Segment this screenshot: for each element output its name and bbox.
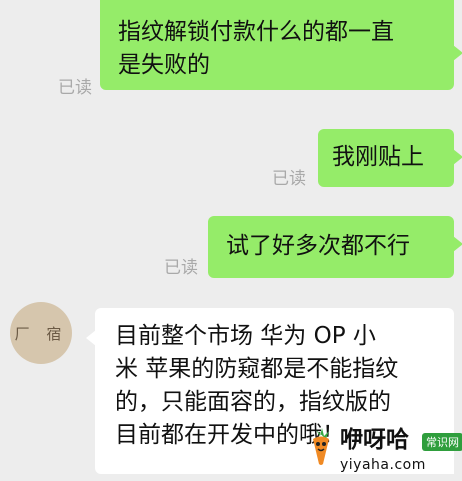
- message-line: 目前整个市场 华为 OP 小: [115, 323, 376, 349]
- watermark-brand: 咿呀哈: [340, 427, 409, 453]
- message-bubble-outgoing[interactable]: 我刚贴上: [318, 129, 462, 187]
- watermark-badge: 常识网: [422, 433, 462, 451]
- avatar-text: 厂 宿: [14, 324, 68, 343]
- watermark: 咿呀哈 常识网 yiyaha.com: [300, 420, 462, 481]
- carrot-mascot-icon: [313, 428, 329, 465]
- message-bubble-outgoing[interactable]: 试了好多次都不行: [208, 216, 462, 278]
- message-line: 是失败的: [118, 52, 210, 78]
- message-line: 指纹解锁付款什么的都一直: [118, 19, 394, 45]
- read-receipt: 已读: [164, 258, 198, 278]
- read-receipt: 已读: [272, 169, 306, 189]
- read-receipt: 已读: [58, 78, 92, 98]
- message-line: 米 苹果的防窥都是不能指纹: [115, 356, 399, 382]
- message-line: 的，只能面容的，指纹版的: [115, 389, 391, 415]
- watermark-url: yiyaha.com: [340, 457, 426, 473]
- message-line: 我刚贴上: [332, 144, 424, 170]
- chat-conversation: 指纹解锁付款什么的都一直 是失败的 已读 我刚贴上 已读 试了好多次都不行 已读…: [0, 0, 462, 481]
- message-line: 试了好多次都不行: [226, 233, 410, 259]
- avatar[interactable]: 厂 宿: [10, 302, 72, 364]
- message-bubble-outgoing[interactable]: 指纹解锁付款什么的都一直 是失败的: [100, 0, 462, 90]
